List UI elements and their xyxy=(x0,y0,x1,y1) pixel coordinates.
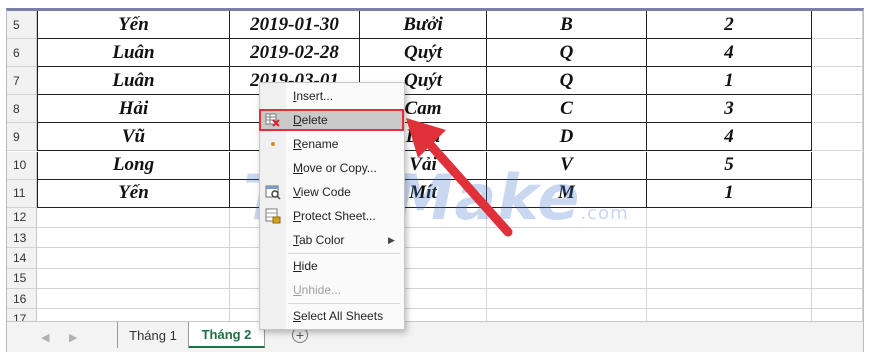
menu-item-unhide[interactable]: Unhide... xyxy=(260,279,404,301)
cell-empty[interactable] xyxy=(487,288,647,310)
row-header[interactable]: 16 xyxy=(7,288,37,310)
cell-empty[interactable] xyxy=(812,39,863,68)
menu-item-view-code[interactable]: View Code xyxy=(260,181,404,203)
cell-empty[interactable] xyxy=(37,207,230,228)
menu-label: View Code xyxy=(293,185,351,199)
menu-label: Rename xyxy=(293,137,339,151)
row-header[interactable]: 13 xyxy=(7,228,37,249)
row-header[interactable]: 7 xyxy=(7,67,37,96)
cell-qty[interactable]: 5 xyxy=(647,151,812,180)
menu-item-protect-sheet[interactable]: Protect Sheet... xyxy=(260,205,404,227)
cell-qty[interactable]: 3 xyxy=(647,95,812,124)
cell-qty[interactable]: 4 xyxy=(647,39,812,68)
cell-empty[interactable] xyxy=(487,268,647,289)
menu-item-select-all-sheets[interactable]: Select All Sheets xyxy=(260,305,404,327)
table-row: 5 Yến 2019-01-30 Bưởi B 2 xyxy=(7,11,863,40)
cell-empty[interactable] xyxy=(812,179,863,208)
cell-date[interactable]: 2019-01-30 xyxy=(230,11,360,40)
menu-item-move-copy[interactable]: Move or Copy... xyxy=(260,157,404,179)
cell-name[interactable]: Vũ xyxy=(37,123,230,152)
menu-label: Hide xyxy=(293,259,318,273)
menu-label: Insert... xyxy=(293,89,334,103)
cell-empty[interactable] xyxy=(487,248,647,269)
protect-sheet-icon xyxy=(265,208,281,224)
empty-row: 16 xyxy=(7,288,863,310)
cell-qty[interactable]: 4 xyxy=(647,123,812,152)
submenu-arrow-icon: ▶ xyxy=(388,234,395,245)
menu-item-rename[interactable]: Rename xyxy=(260,133,404,155)
view-code-icon xyxy=(265,184,281,200)
cell-empty[interactable] xyxy=(812,228,863,249)
empty-row: 15 xyxy=(7,268,863,289)
menu-item-tab-color[interactable]: Tab Color ▶ xyxy=(260,229,404,251)
cell-name[interactable]: Yến xyxy=(37,179,230,208)
cell-empty[interactable] xyxy=(812,11,863,40)
cell-empty[interactable] xyxy=(37,228,230,249)
sheet-tab-bar: ◀ ▶ Tháng 1 Tháng 2 + xyxy=(7,321,863,352)
empty-row: 14 xyxy=(7,248,863,269)
watermark-suffix: .com xyxy=(580,203,629,224)
cell-name[interactable]: Hải xyxy=(37,95,230,124)
row-header[interactable]: 14 xyxy=(7,248,37,269)
cell-empty[interactable] xyxy=(812,248,863,269)
menu-label: Protect Sheet... xyxy=(293,209,376,223)
cell-name[interactable]: Long xyxy=(37,151,230,180)
cell-name[interactable]: Luân xyxy=(37,39,230,68)
row-header[interactable]: 11 xyxy=(7,179,37,208)
cell-empty[interactable] xyxy=(37,248,230,269)
row-header[interactable]: 8 xyxy=(7,95,37,124)
menu-label: Select All Sheets xyxy=(293,309,384,323)
table-row: 7 Luân 2019-03-01 Quýt Q 1 xyxy=(7,67,863,96)
bullet-icon xyxy=(265,136,281,152)
menu-item-hide[interactable]: Hide xyxy=(260,255,404,277)
cell-empty[interactable] xyxy=(812,123,863,152)
sheet-tab-thang-2[interactable]: Tháng 2 xyxy=(189,322,265,348)
row-header[interactable]: 10 xyxy=(7,151,37,180)
cell-empty[interactable] xyxy=(647,207,812,228)
row-header[interactable]: 15 xyxy=(7,268,37,289)
cell-empty[interactable] xyxy=(812,151,863,180)
row-header[interactable]: 6 xyxy=(7,39,37,68)
menu-label: Unhide... xyxy=(293,283,342,297)
cell-fruit[interactable]: Bưởi xyxy=(360,11,487,40)
scroll-right-icon[interactable]: ▶ xyxy=(69,331,77,344)
pointer-arrow-icon xyxy=(406,118,513,237)
cell-empty[interactable] xyxy=(812,288,863,310)
row-header[interactable]: 9 xyxy=(7,123,37,152)
cell-empty[interactable] xyxy=(812,207,863,228)
cell-qty[interactable]: 1 xyxy=(647,179,812,208)
menu-label: Move or Copy... xyxy=(293,161,377,175)
row-header[interactable]: 12 xyxy=(7,207,37,228)
cell-name[interactable]: Yến xyxy=(37,11,230,40)
cell-fruit[interactable]: Quýt xyxy=(360,39,487,68)
cell-empty[interactable] xyxy=(37,288,230,310)
cell-empty[interactable] xyxy=(647,288,812,310)
cell-empty[interactable] xyxy=(647,228,812,249)
scroll-left-icon[interactable]: ◀ xyxy=(41,331,49,344)
cell-empty[interactable] xyxy=(812,67,863,96)
row-header[interactable]: 5 xyxy=(7,11,37,40)
cell-code[interactable]: Q xyxy=(487,67,647,96)
cell-code[interactable]: B xyxy=(487,11,647,40)
cell-date[interactable]: 2019-02-28 xyxy=(230,39,360,68)
cell-name[interactable]: Luân xyxy=(37,67,230,96)
cell-empty[interactable] xyxy=(647,248,812,269)
menu-separator xyxy=(288,303,400,304)
cell-empty[interactable] xyxy=(812,95,863,124)
sheet-tab-thang-1[interactable]: Tháng 1 xyxy=(117,322,189,348)
cell-empty[interactable] xyxy=(647,268,812,289)
cell-empty[interactable] xyxy=(37,268,230,289)
cell-qty[interactable]: 1 xyxy=(647,67,812,96)
menu-separator xyxy=(288,253,400,254)
menu-label: Tab Color xyxy=(293,233,345,247)
table-row: 6 Luân 2019-02-28 Quýt Q 4 xyxy=(7,39,863,68)
cell-code[interactable]: Q xyxy=(487,39,647,68)
menu-item-insert[interactable]: Insert... xyxy=(260,85,404,107)
cell-qty[interactable]: 2 xyxy=(647,11,812,40)
cell-empty[interactable] xyxy=(812,268,863,289)
delete-highlight-box xyxy=(259,109,404,131)
